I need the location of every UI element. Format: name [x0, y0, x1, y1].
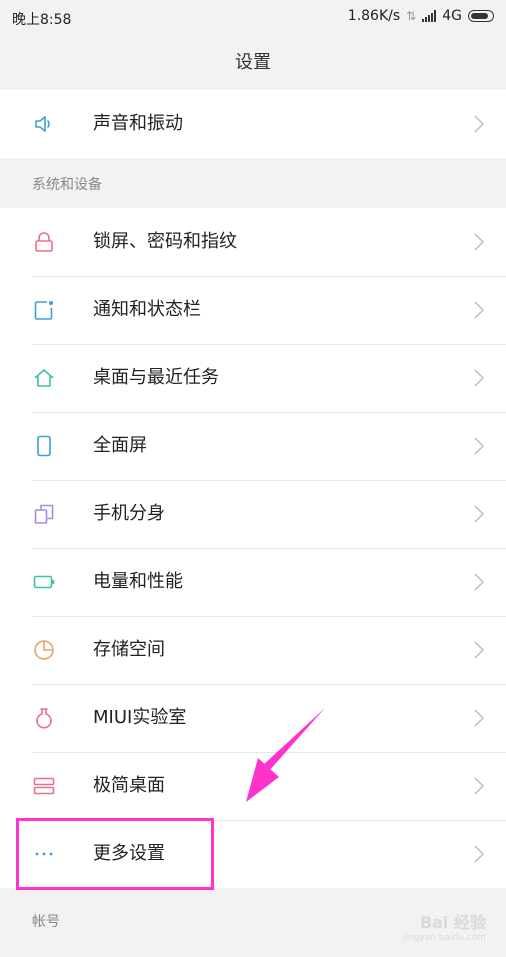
settings-item-battery[interactable]: 电量和性能 — [0, 548, 506, 616]
item-label: 电量和性能 — [93, 571, 183, 592]
home-icon — [34, 369, 54, 387]
item-label: MIUI实验室 — [93, 707, 187, 728]
chevron-right-icon — [474, 777, 484, 795]
watermark-subtext: jingyan.baidu.com — [402, 933, 486, 943]
phone-icon — [37, 435, 51, 457]
chevron-right-icon — [474, 845, 484, 863]
settings-item-sound[interactable]: 声音和振动 — [0, 90, 506, 158]
item-label: 存储空间 — [93, 639, 165, 660]
section-header-system: 系统和设备 — [0, 158, 506, 208]
network-type: 4G — [442, 8, 462, 24]
chevron-right-icon — [474, 233, 484, 251]
item-label: 通知和状态栏 — [93, 299, 201, 320]
settings-item-home[interactable]: 桌面与最近任务 — [0, 344, 506, 412]
status-time: 晚上8:58 — [12, 12, 72, 28]
chevron-right-icon — [474, 437, 484, 455]
status-bar: 晚上8:58 1.86K/s ⇅ 4G — [0, 0, 506, 36]
battery-outline-icon — [33, 575, 55, 589]
item-label: 极简桌面 — [93, 775, 165, 796]
item-label: 声音和振动 — [93, 113, 183, 134]
dual-copy-icon — [34, 504, 54, 524]
item-label: 桌面与最近任务 — [93, 367, 219, 388]
simple-desktop-icon — [33, 777, 55, 795]
lock-icon — [35, 232, 53, 252]
status-right: 1.86K/s ⇅ 4G — [348, 8, 494, 24]
signal-icon — [422, 10, 437, 22]
chevron-right-icon — [474, 505, 484, 523]
settings-item-lock[interactable]: 锁屏、密码和指纹 — [0, 208, 506, 276]
page-title: 设置 — [0, 36, 506, 90]
pie-chart-icon — [34, 640, 54, 660]
chevron-right-icon — [474, 115, 484, 133]
chevron-right-icon — [474, 573, 484, 591]
settings-item-notification[interactable]: 通知和状态栏 — [0, 276, 506, 344]
notification-icon — [34, 301, 53, 320]
network-speed: 1.86K/s — [347, 8, 401, 24]
settings-item-fullscreen[interactable]: 全面屏 — [0, 412, 506, 480]
annotation-highlight-box — [16, 818, 214, 890]
data-transfer-icon: ⇅ — [406, 9, 417, 23]
chevron-right-icon — [474, 641, 484, 659]
settings-item-simple-desktop[interactable]: 极简桌面 — [0, 752, 506, 820]
chevron-right-icon — [474, 709, 484, 727]
chevron-right-icon — [474, 301, 484, 319]
battery-icon — [468, 10, 494, 22]
settings-item-miui-lab[interactable]: MIUI实验室 — [0, 684, 506, 752]
flask-icon — [36, 708, 52, 729]
speaker-icon — [35, 116, 50, 132]
chevron-right-icon — [474, 369, 484, 387]
item-label: 锁屏、密码和指纹 — [93, 231, 237, 252]
item-label: 手机分身 — [93, 503, 165, 524]
item-label: 全面屏 — [93, 435, 147, 456]
watermark-text: Bai 经验 — [419, 913, 486, 932]
watermark: Bai 经验 jingyan.baidu.com — [403, 909, 486, 943]
settings-item-storage[interactable]: 存储空间 — [0, 616, 506, 684]
settings-item-dual-apps[interactable]: 手机分身 — [0, 480, 506, 548]
